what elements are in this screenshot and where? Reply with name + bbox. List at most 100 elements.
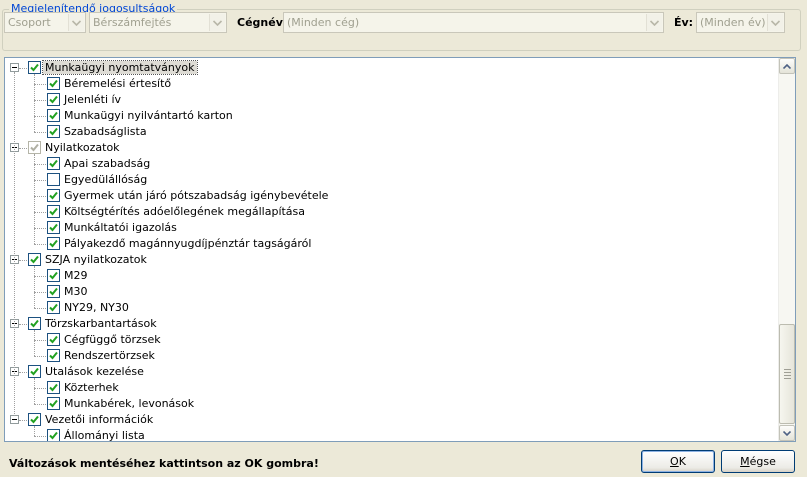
check-mark-icon [49,399,58,408]
year-label: Év: [674,16,694,29]
company-select-value: (Minden cég) [287,16,360,29]
collapse-toggle-icon[interactable] [10,63,19,72]
chevron-down-icon[interactable] [209,14,225,31]
group-select-value: Csoport [8,16,51,29]
tree-item[interactable]: Pályakezdő magánnyugdíjpénztár tagságáró… [5,236,778,252]
tree-item[interactable]: Rendszertörzsek [5,348,778,364]
tree-item-label: Pályakezdő magánnyugdíjpénztár tagságáró… [64,237,312,250]
permission-checkbox[interactable] [47,77,60,90]
tree-item[interactable]: Apai szabadság [5,156,778,172]
check-mark-icon [49,335,58,344]
save-hint-message: Változások mentéséhez kattintson az OK g… [9,457,319,470]
permissions-tree[interactable]: Munkaügyi nyomtatványok Béremelési értesí… [4,57,796,442]
check-mark-icon [49,223,58,232]
tree-group-node[interactable]: Törzskarbantartások [5,316,778,332]
chevron-down-icon[interactable] [767,14,783,31]
permission-checkbox[interactable] [47,301,60,314]
tree-item[interactable]: Közterhek [5,380,778,396]
permission-checkbox[interactable] [47,429,60,441]
collapse-toggle-icon[interactable] [10,415,19,424]
chevron-up-icon [783,63,791,69]
tree-item[interactable]: Munkabérek, levonások [5,396,778,412]
cancel-mnemonic: M [740,455,750,468]
group-select[interactable]: Csoport [4,12,86,33]
tree-item[interactable]: Szabadságlista [5,124,778,140]
tree-item[interactable]: Gyermek után járó pótszabadság igénybevé… [5,188,778,204]
tree-item[interactable]: Munkaügyi nyilvántartó karton [5,108,778,124]
permission-checkbox[interactable] [47,397,60,410]
cancel-button[interactable]: Mégse [721,450,795,473]
tree-item[interactable]: Munkáltatói igazolás [5,220,778,236]
tree-group-node[interactable]: SZJA nyilatkozatok [5,252,778,268]
tree-item[interactable]: Cégfüggő törzsek [5,332,778,348]
check-mark-icon [49,303,58,312]
permission-checkbox[interactable] [47,189,60,202]
tree-item-label: Apai szabadság [64,157,151,170]
tree-item[interactable]: Állományi lista [5,428,778,442]
tree-item[interactable]: M30 [5,284,778,300]
tree-item-label: Cégfüggő törzsek [64,333,161,346]
check-mark-icon [30,63,39,72]
permission-checkbox[interactable] [47,173,60,186]
check-mark-icon [30,367,39,376]
permission-checkbox[interactable] [47,109,60,122]
year-select-value: (Minden év) [700,16,766,29]
permission-checkbox[interactable] [47,349,60,362]
tree-item-label: Állományi lista [64,429,145,442]
tree-item[interactable]: M29 [5,268,778,284]
cancel-label-rest: égse [749,455,776,468]
permission-checkbox[interactable] [47,285,60,298]
permission-checkbox[interactable] [47,205,60,218]
check-mark-icon [49,383,58,392]
permission-checkbox[interactable] [47,93,60,106]
permission-checkbox[interactable] [47,269,60,282]
vertical-scrollbar[interactable] [778,58,795,441]
permission-checkbox[interactable] [28,141,41,154]
permission-checkbox[interactable] [47,237,60,250]
year-select[interactable]: (Minden év) [696,12,785,33]
scroll-thumb[interactable] [779,324,795,424]
permission-checkbox[interactable] [28,365,41,378]
permission-checkbox[interactable] [28,61,41,74]
check-mark-icon [49,79,58,88]
permission-checkbox[interactable] [47,333,60,346]
ok-button[interactable]: OK [641,450,715,473]
permission-checkbox[interactable] [28,253,41,266]
tree-item[interactable]: Béremelési értesítő [5,76,778,92]
chevron-down-icon[interactable] [68,14,84,31]
permission-checkbox[interactable] [47,381,60,394]
tree-item-label: Munkabérek, levonások [64,397,195,410]
company-select[interactable]: (Minden cég) [283,12,664,33]
check-mark-icon [49,271,58,280]
tree-group-node[interactable]: Vezetői információk [5,412,778,428]
tree-item-label: Vezetői információk [45,413,154,426]
check-mark-icon [30,255,39,264]
function-select[interactable]: Bérszámfejtés [89,12,227,33]
tree-group-node[interactable]: Nyilatkozatok [5,140,778,156]
check-mark-icon [30,415,39,424]
permission-checkbox[interactable] [28,413,41,426]
tree-item-label: Munkaügyi nyomtatványok [42,60,198,75]
check-mark-icon [49,287,58,296]
tree-item[interactable]: Jelenléti ív [5,92,778,108]
tree-item[interactable]: NY29, NY30 [5,300,778,316]
tree-item-label: M29 [64,269,88,282]
scroll-down-button[interactable] [779,425,795,441]
permission-checkbox[interactable] [28,317,41,330]
tree-item-label: SZJA nyilatkozatok [45,253,147,266]
tree-group-node[interactable]: Utalások kezelése [5,364,778,380]
tree-item[interactable]: Költségtérítés adóelőlegének megállapítá… [5,204,778,220]
tree-item-label: Munkáltatói igazolás [64,221,177,234]
permission-checkbox[interactable] [47,125,60,138]
check-mark-icon [49,111,58,120]
check-mark-icon [49,239,58,248]
tree-item[interactable]: Egyedülállóság [5,172,778,188]
permission-checkbox[interactable] [47,157,60,170]
chevron-down-icon[interactable] [646,14,662,31]
scroll-up-button[interactable] [779,58,795,74]
permission-checkbox[interactable] [47,221,60,234]
check-mark-icon [49,207,58,216]
check-mark-icon [49,159,58,168]
tree-item-label: Nyilatkozatok [45,141,120,154]
tree-group-node[interactable]: Munkaügyi nyomtatványok [5,60,778,76]
